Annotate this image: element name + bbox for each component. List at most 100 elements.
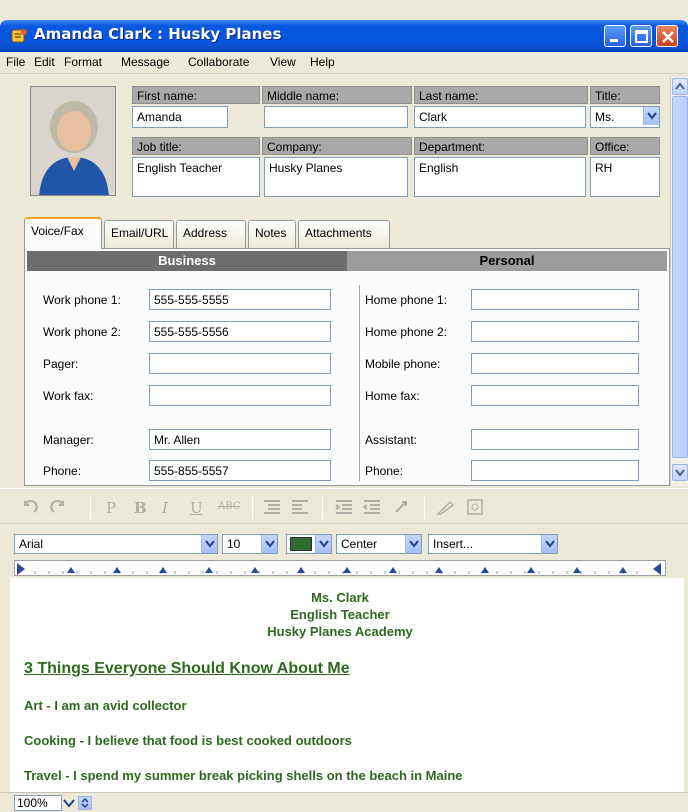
close-icon	[662, 31, 674, 43]
department-field[interactable]: English	[414, 157, 586, 197]
text-color-select[interactable]	[286, 534, 332, 554]
office-field[interactable]: RH	[590, 157, 660, 197]
work-phone-2-field[interactable]: 555-555-5556	[149, 321, 331, 342]
menu-format[interactable]: Format	[64, 55, 102, 69]
strikethrough-icon[interactable]: ABC	[218, 501, 240, 512]
middle-name-field[interactable]	[264, 106, 408, 128]
menu-file[interactable]: File	[6, 55, 25, 69]
tab-voice-fax[interactable]: Voice/Fax	[24, 217, 102, 249]
underline-icon[interactable]: U	[190, 499, 203, 517]
assistant-field[interactable]	[471, 429, 639, 450]
home-fax-field[interactable]	[471, 385, 639, 406]
message-editor[interactable]: Ms. Clark English Teacher Husky Planes A…	[10, 578, 684, 792]
outdent-icon[interactable]	[362, 498, 382, 516]
manager-phone-field[interactable]: 555-855-5557	[149, 460, 331, 481]
ruler[interactable]	[14, 560, 666, 576]
bold-icon[interactable]: B	[134, 499, 147, 517]
tab-email-url[interactable]: Email/URL	[104, 220, 174, 248]
business-header: Business	[27, 251, 347, 271]
font-select[interactable]: Arial	[14, 534, 218, 554]
toolbar-separator	[90, 495, 91, 519]
font-select-value: Arial	[19, 537, 44, 551]
chevron-down-icon[interactable]	[315, 535, 331, 553]
ruler-ticks	[17, 563, 661, 575]
assistant-phone-field[interactable]	[471, 460, 639, 481]
mobile-phone-field[interactable]	[471, 353, 639, 374]
editor-heading: 3 Things Everyone Should Know About Me	[24, 660, 350, 677]
chevron-up-icon	[675, 82, 685, 90]
toolbar-separator	[252, 495, 253, 519]
scroll-thumb[interactable]	[672, 96, 688, 458]
insert-select[interactable]: Insert...	[428, 534, 558, 554]
editor-item-art: Art - I am an avid collector	[24, 698, 187, 713]
chevron-down-icon[interactable]	[405, 535, 421, 553]
insert-link-icon[interactable]	[392, 498, 412, 516]
editor-school-line: Husky Planes Academy	[267, 624, 413, 639]
company-field[interactable]: Husky Planes	[264, 157, 408, 197]
close-button[interactable]	[656, 25, 678, 47]
menu-help[interactable]: Help	[310, 55, 335, 69]
work-phone-1-label: Work phone 1:	[43, 293, 121, 307]
manager-field[interactable]: Mr. Allen	[149, 429, 331, 450]
insert-image-icon[interactable]	[466, 498, 486, 516]
manager-phone-label: Phone:	[43, 464, 82, 478]
title-select[interactable]: Ms.	[590, 106, 660, 128]
chevron-down-icon[interactable]	[643, 107, 659, 125]
tab-address[interactable]: Address	[176, 220, 246, 248]
app-icon	[11, 29, 27, 43]
paragraph-icon[interactable]: P	[106, 499, 116, 517]
pager-label: Pager:	[43, 357, 79, 371]
home-phone-2-field[interactable]	[471, 321, 639, 342]
menu-edit[interactable]: Edit	[34, 55, 55, 69]
contact-card: First name: Middle name: Last name: Titl…	[12, 76, 670, 486]
last-name-label: Last name:	[414, 86, 588, 104]
alignment-select[interactable]: Center	[336, 534, 422, 554]
italic-icon[interactable]: I	[162, 499, 168, 517]
formatting-toolbar: P B I U ABC	[0, 488, 688, 524]
spinner-arrows-icon	[81, 797, 89, 809]
zoom-value: 100%	[17, 796, 48, 810]
chevron-down-icon[interactable]	[541, 535, 557, 553]
numbered-list-icon[interactable]	[290, 498, 310, 516]
undo-icon[interactable]	[20, 497, 40, 517]
scroll-up-button[interactable]	[672, 78, 688, 95]
maximize-button[interactable]	[630, 25, 652, 47]
status-bar: 100%	[0, 792, 688, 812]
spellcheck-icon[interactable]	[436, 498, 456, 516]
first-name-field[interactable]: Amanda	[132, 106, 228, 128]
indent-icon[interactable]	[334, 498, 354, 516]
first-name-label: First name:	[132, 86, 260, 104]
menu-message[interactable]: Message	[121, 55, 170, 69]
menu-collaborate[interactable]: Collaborate	[188, 55, 249, 69]
vertical-scrollbar[interactable]	[670, 76, 688, 486]
zoom-select[interactable]: 100%	[14, 795, 62, 811]
menu-view[interactable]: View	[270, 55, 296, 69]
chevron-down-icon[interactable]	[62, 797, 76, 809]
company-label: Company:	[262, 137, 412, 155]
work-fax-field[interactable]	[149, 385, 331, 406]
menu-bar: File Edit Format Message Collaborate Vie…	[0, 52, 688, 74]
bullet-list-icon[interactable]	[262, 498, 282, 516]
scroll-down-button[interactable]	[672, 464, 688, 481]
zoom-spinner[interactable]	[78, 796, 92, 810]
minimize-button[interactable]	[604, 25, 626, 47]
last-name-field[interactable]: Clark	[414, 106, 586, 128]
editor-name-line: Ms. Clark	[311, 590, 369, 605]
tab-notes[interactable]: Notes	[248, 220, 296, 248]
text-color-swatch	[290, 537, 312, 551]
title-label: Title:	[590, 86, 660, 104]
home-phone-1-field[interactable]	[471, 289, 639, 310]
title-select-value: Ms.	[595, 110, 615, 124]
chevron-down-icon	[675, 469, 685, 477]
redo-icon[interactable]	[48, 497, 68, 517]
assistant-phone-label: Phone:	[365, 464, 404, 478]
tab-attachments[interactable]: Attachments	[298, 220, 390, 248]
chevron-down-icon[interactable]	[201, 535, 217, 553]
work-phone-1-field[interactable]: 555-555-5555	[149, 289, 331, 310]
contact-photo[interactable]	[30, 86, 116, 196]
editor-item-travel: Travel - I spend my summer break picking…	[24, 768, 463, 783]
pager-field[interactable]	[149, 353, 331, 374]
font-size-select[interactable]: 10	[222, 534, 278, 554]
job-title-field[interactable]: English Teacher	[132, 157, 260, 197]
chevron-down-icon[interactable]	[261, 535, 277, 553]
